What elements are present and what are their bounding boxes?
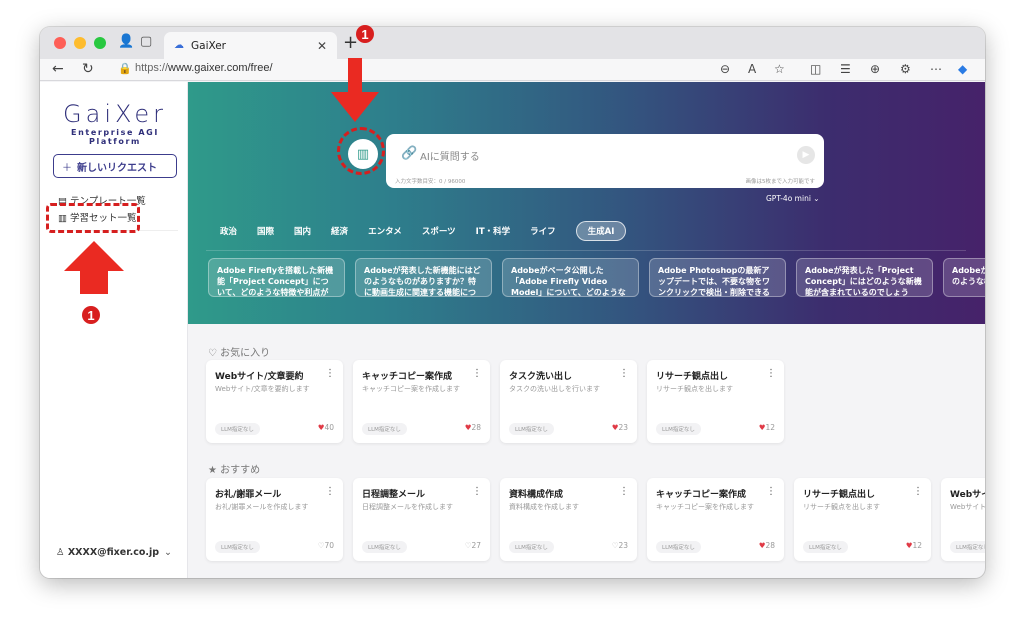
- ask-ai-input[interactable]: AIに質問する: [420, 148, 480, 163]
- like-count[interactable]: ♥23: [612, 423, 628, 432]
- more-menu-icon[interactable]: ⋯: [930, 62, 942, 76]
- image-limit-note: 画像は5枚まで入力可能です: [745, 179, 815, 185]
- step-badge: 1: [356, 25, 374, 43]
- card-menu-icon[interactable]: ⋮: [619, 368, 629, 379]
- template-card[interactable]: キャッチコピー案作成 キャッチコピー案を作成します ⋮ LLM指定なし ♥28: [647, 478, 784, 561]
- card-menu-icon[interactable]: ⋮: [472, 368, 482, 379]
- card-menu-icon[interactable]: ⋮: [325, 368, 335, 379]
- address-bar: ← ↻ 🔒 https://www.gaixer.com/free/ ⊖ A ☆…: [40, 59, 985, 81]
- send-button[interactable]: ▶: [797, 146, 815, 164]
- browser-tab[interactable]: ☁ GaiXer ✕: [164, 32, 337, 59]
- back-icon[interactable]: ←: [52, 61, 64, 77]
- template-card[interactable]: リサーチ観点出し リサーチ観点を出します ⋮ LLM指定なし ♥12: [794, 478, 931, 561]
- gaixer-logo: GaiXer Enterprise AGI Platform: [63, 100, 167, 146]
- step-badge: 1: [82, 306, 100, 324]
- zoom-window-button[interactable]: [94, 37, 106, 49]
- like-count[interactable]: ♥12: [906, 541, 922, 550]
- template-card[interactable]: 日程調整メール 日程調整メールを作成します ⋮ LLM指定なし ♡27: [353, 478, 490, 561]
- close-tab-icon[interactable]: ✕: [317, 39, 327, 53]
- hero-banner: ▥ 🔗 AIに質問する ▶ 入力文字数目安：0 / 96000 画像は5枚まで入…: [188, 82, 985, 324]
- chevron-down-icon: ⌄: [164, 547, 172, 558]
- tab-life[interactable]: ライフ: [530, 225, 556, 237]
- like-count[interactable]: ♥28: [759, 541, 775, 550]
- favorites-heading: ♡ お気に入り: [208, 348, 271, 359]
- extensions-icon[interactable]: ⚙: [900, 62, 911, 76]
- template-card[interactable]: お礼/謝罪メール お礼/謝罪メールを作成します ⋮ LLM指定なし ♡70: [206, 478, 343, 561]
- news-card[interactable]: Adobeが発表したFireflyはどのような機能: [943, 258, 985, 297]
- site-favicon-icon: ☁: [174, 40, 184, 51]
- copilot-icon[interactable]: ◆: [958, 62, 967, 76]
- url-field[interactable]: https://www.gaixer.com/free/: [135, 62, 273, 74]
- browser-window: 👤 ▢ ☁ GaiXer ✕ + ← ↻ 🔒 https://www.gaixe…: [40, 27, 985, 578]
- title-bar: 👤 ▢ ☁ GaiXer ✕ +: [40, 27, 985, 59]
- template-card[interactable]: 資料構成作成 資料構成を作成します ⋮ LLM指定なし ♡23: [500, 478, 637, 561]
- tab-actions-icon[interactable]: ▢: [140, 34, 152, 49]
- reload-icon[interactable]: ↻: [82, 61, 94, 77]
- template-card[interactable]: Webサイト/文章要約 Webサイト/文章を要約します LLM指定なし: [941, 478, 985, 561]
- tab-it-science[interactable]: IT・科学: [476, 225, 510, 237]
- annotation-highlight-rect: [46, 203, 140, 233]
- annotation-arrow-head: [64, 241, 124, 271]
- news-card[interactable]: Adobe Fireflyを搭載した新機能「Project Concept」につ…: [208, 258, 345, 297]
- like-count[interactable]: ♡27: [465, 541, 481, 550]
- tab-generative-ai[interactable]: 生成AI: [575, 221, 627, 241]
- profile-icon[interactable]: 👤: [118, 34, 134, 49]
- close-window-button[interactable]: [54, 37, 66, 49]
- template-card[interactable]: タスク洗い出し タスクの洗い出しを行います ⋮ LLM指定なし ♥23: [500, 360, 637, 443]
- card-menu-icon[interactable]: ⋮: [472, 486, 482, 497]
- news-card[interactable]: Adobeが発表した新機能にはどのようなものがありますか？特に動画生成に関連する…: [355, 258, 492, 297]
- like-count[interactable]: ♡70: [318, 541, 334, 550]
- char-count: 入力文字数目安：0 / 96000: [395, 179, 466, 185]
- tab-politics[interactable]: 政治: [220, 225, 237, 237]
- like-count[interactable]: ♡23: [612, 541, 628, 550]
- annotation-arrow-shaft: [348, 58, 362, 94]
- collections-icon[interactable]: ⊕: [870, 62, 880, 76]
- tab-international[interactable]: 国際: [257, 225, 274, 237]
- heart-outline-icon: ♡: [208, 348, 217, 359]
- ask-ai-box: 🔗 AIに質問する ▶ 入力文字数目安：0 / 96000 画像は5枚まで入力可…: [386, 134, 824, 188]
- tab-economy[interactable]: 経済: [331, 225, 348, 237]
- user-account-menu[interactable]: ♙ XXXX@fixer.co.jp ⌄: [56, 547, 172, 558]
- like-count[interactable]: ♥12: [759, 423, 775, 432]
- attach-clip-icon[interactable]: 🔗: [401, 146, 417, 161]
- tab-sports[interactable]: スポーツ: [422, 225, 456, 237]
- news-card[interactable]: Adobe Photoshopの最新アップデートでは、不要な物をワンクリックで検…: [649, 258, 786, 297]
- new-request-button[interactable]: ＋ 新しいリクエスト: [53, 154, 177, 178]
- user-icon: ♙: [56, 547, 65, 558]
- plus-icon: ＋: [62, 162, 72, 174]
- zoom-icon[interactable]: ⊖: [720, 62, 730, 76]
- minimize-window-button[interactable]: [74, 37, 86, 49]
- card-menu-icon[interactable]: ⋮: [325, 486, 335, 497]
- card-menu-icon[interactable]: ⋮: [913, 486, 923, 497]
- news-card[interactable]: Adobeがベータ公開した「Adobe Firefly Video Model」…: [502, 258, 639, 297]
- tab-domestic[interactable]: 国内: [294, 225, 311, 237]
- annotation-arrow-shaft: [80, 270, 108, 294]
- news-category-tabs: 政治 国際 国内 経済 エンタメ スポーツ IT・科学 ライフ 生成AI: [220, 221, 646, 241]
- favorites-list-icon[interactable]: ☰: [840, 62, 851, 76]
- main-content: ▥ 🔗 AIに質問する ▶ 入力文字数目安：0 / 96000 画像は5枚まで入…: [188, 82, 985, 578]
- card-menu-icon[interactable]: ⋮: [766, 486, 776, 497]
- annotation-arrow-head: [331, 92, 379, 122]
- recommended-heading: ★ おすすめ: [208, 465, 261, 476]
- news-card[interactable]: Adobeが発表した「Project Concept」にはどのような新機能が含ま…: [796, 258, 933, 297]
- star-icon: ★: [208, 465, 217, 476]
- tab-entertainment[interactable]: エンタメ: [368, 225, 402, 237]
- template-card[interactable]: Webサイト/文章要約 Webサイト/文章を要約します ⋮ LLM指定なし ♥4…: [206, 360, 343, 443]
- card-menu-icon[interactable]: ⋮: [619, 486, 629, 497]
- template-card[interactable]: リサーチ観点出し リサーチ観点を出します ⋮ LLM指定なし ♥12: [647, 360, 784, 443]
- lock-icon[interactable]: 🔒: [118, 62, 132, 75]
- sidebar: GaiXer Enterprise AGI Platform ＋ 新しいリクエス…: [40, 82, 188, 578]
- template-card[interactable]: キャッチコピー案作成 キャッチコピー案を作成します ⋮ LLM指定なし ♥28: [353, 360, 490, 443]
- like-count[interactable]: ♥28: [465, 423, 481, 432]
- chevron-down-icon: ⌄: [813, 194, 820, 203]
- favorite-star-icon[interactable]: ☆: [774, 62, 785, 76]
- read-aloud-icon[interactable]: A: [748, 62, 756, 76]
- like-count[interactable]: ♥40: [318, 423, 334, 432]
- card-menu-icon[interactable]: ⋮: [766, 368, 776, 379]
- tab-title: GaiXer: [191, 39, 226, 52]
- annotation-highlight-circle: [337, 127, 385, 175]
- split-screen-icon[interactable]: ◫: [810, 62, 821, 76]
- hero-divider: [206, 250, 966, 251]
- model-selector[interactable]: GPT-4o mini ⌄: [766, 194, 820, 203]
